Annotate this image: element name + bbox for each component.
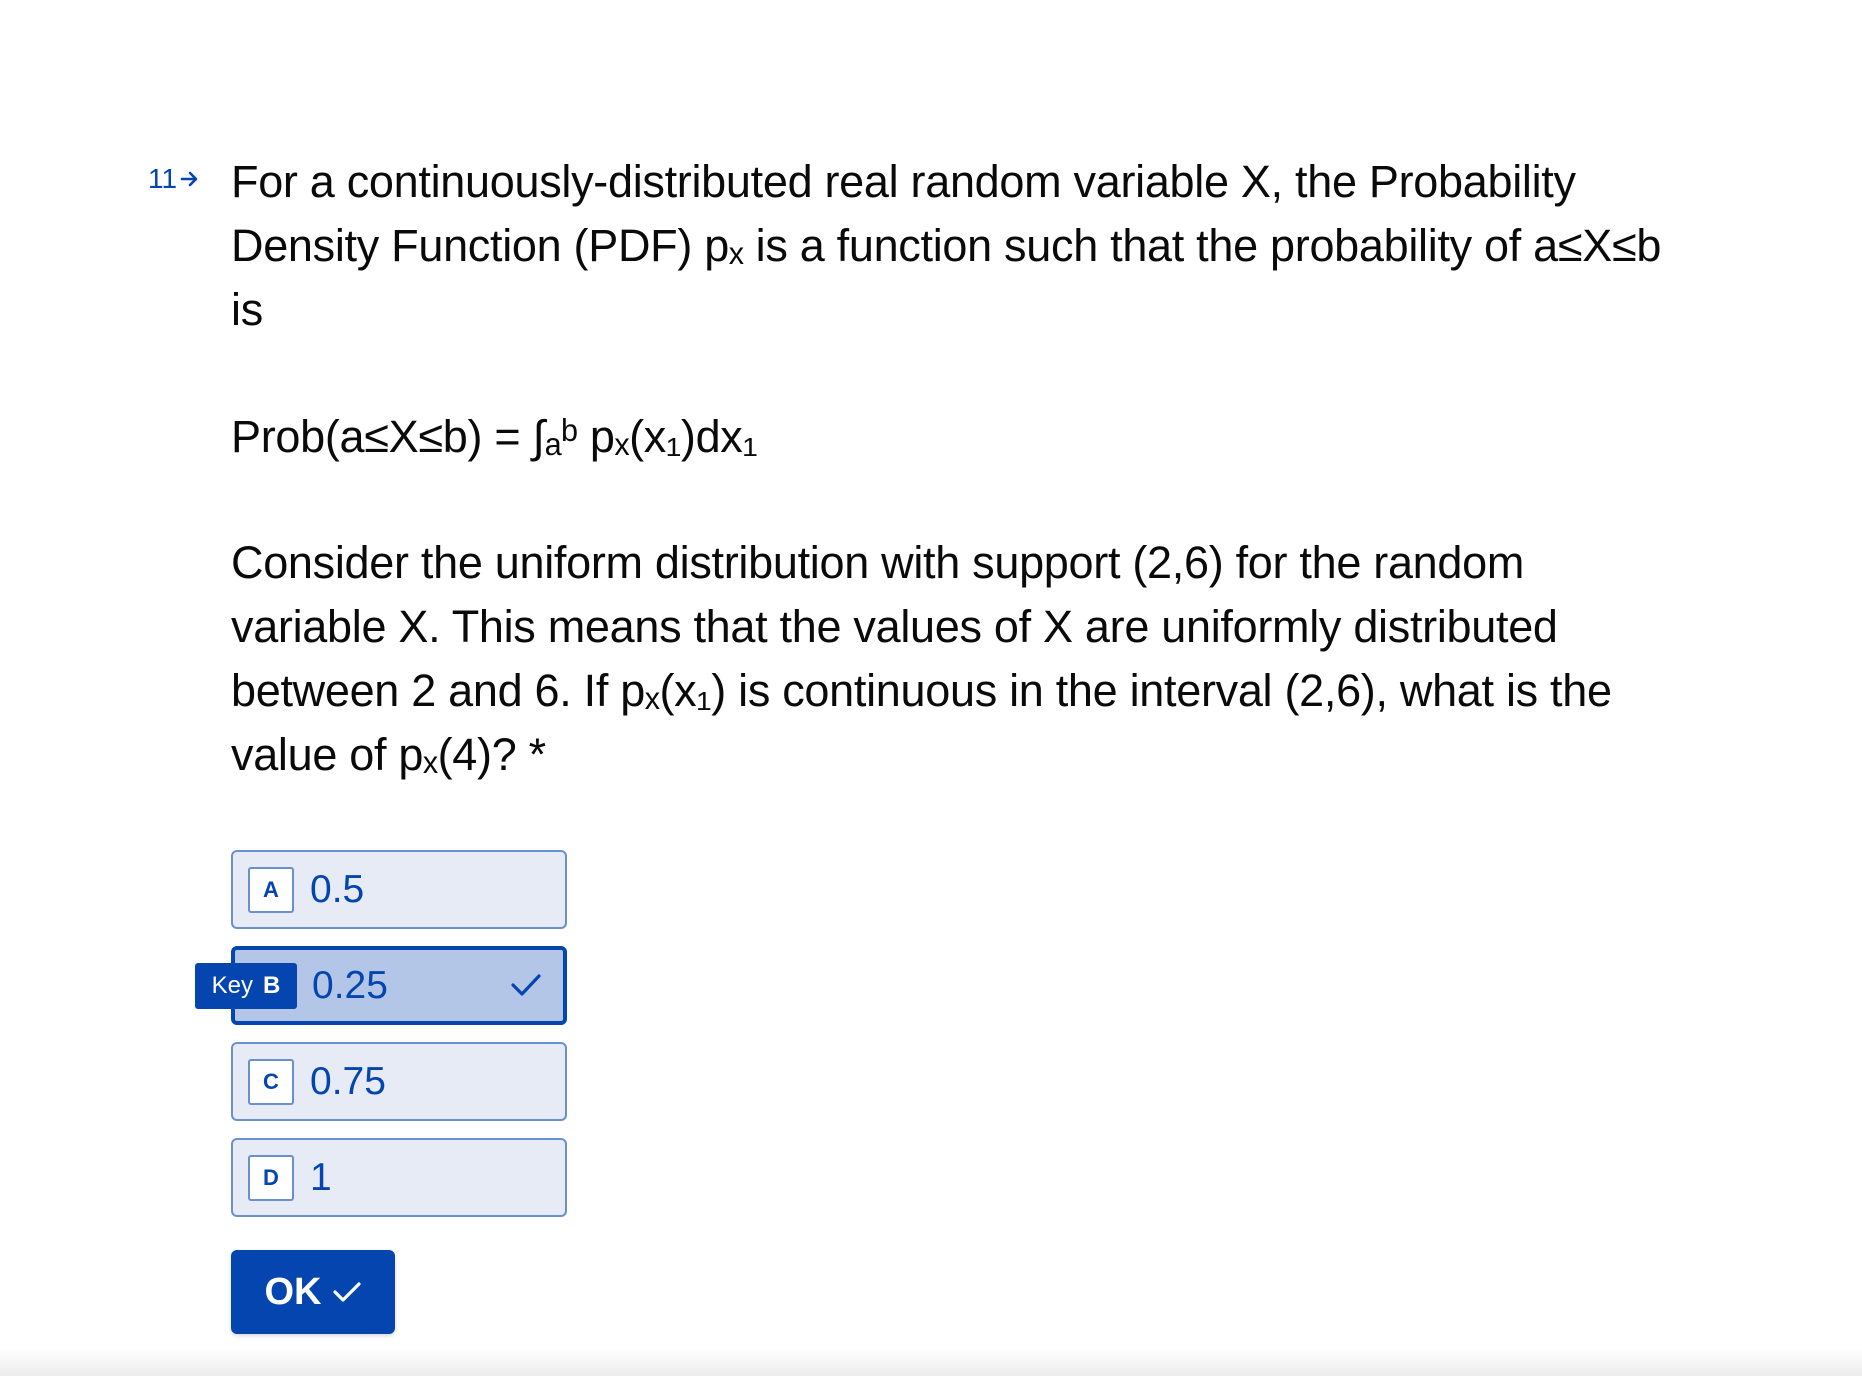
choice-c[interactable]: C 0.75 [231, 1042, 567, 1121]
choice-label-b: 0.25 [312, 963, 388, 1007]
question-number-label: 11 [148, 163, 178, 194]
key-hint-prefix: Key [211, 972, 253, 999]
choice-key-c: C [248, 1058, 294, 1105]
key-hint-badge: Key B [195, 963, 297, 1009]
question-body: Consider the uniform distribution with s… [231, 531, 1691, 787]
form-page: 11 For a continuously-distributed real r… [0, 0, 1862, 1376]
question-text: For a continuously-distributed real rand… [231, 150, 1691, 342]
check-icon [511, 974, 541, 996]
choice-list: A 0.5 Key B B 0.25 C 0.75 D 1 [195, 850, 567, 1234]
choice-key-a: A [248, 866, 294, 913]
check-icon [332, 1282, 361, 1302]
choice-label-a: 0.5 [310, 867, 365, 911]
choice-d[interactable]: D 1 [231, 1138, 567, 1217]
question-intro: For a continuously-distributed real rand… [231, 156, 1662, 335]
choice-b[interactable]: Key B B 0.25 [195, 946, 567, 1025]
choice-key-d: D [248, 1154, 294, 1201]
ok-button-label: OK [264, 1270, 322, 1313]
key-hint-letter: B [263, 972, 281, 999]
choice-label-c: 0.75 [310, 1059, 386, 1103]
arrow-right-icon [180, 171, 198, 187]
choice-label-d: 1 [310, 1155, 332, 1199]
ok-button[interactable]: OK [231, 1250, 395, 1334]
question-formula: Prob(a≤X≤b) = ∫ₐᵇ pₓ(x₁)dx₁ [231, 411, 758, 462]
question-number: 11 [148, 163, 201, 195]
question-prompt: Consider the uniform distribution with s… [231, 537, 1612, 780]
choice-a[interactable]: A 0.5 [231, 850, 567, 929]
bottom-fade [0, 1348, 1862, 1376]
